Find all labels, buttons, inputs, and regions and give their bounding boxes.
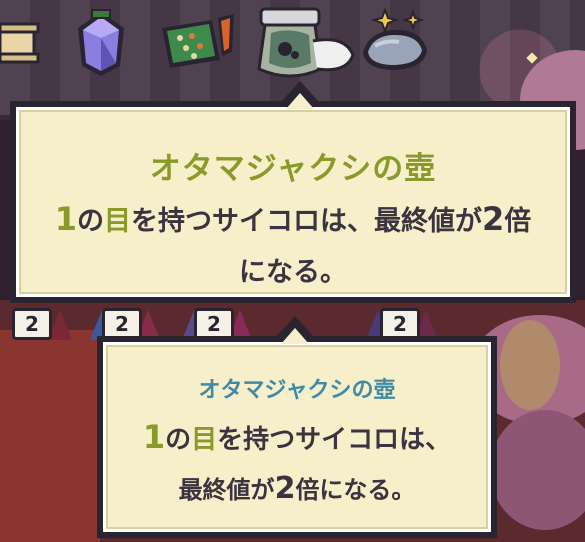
- scroll-relic-icon[interactable]: [0, 18, 40, 68]
- tooltip-description-line1: 1の目を持つサイコロは、最終値が2倍: [54, 200, 532, 238]
- die-slot[interactable]: 2: [182, 300, 252, 340]
- relic-tooltip: オタマジャクシの壺 1の目を持つサイコロは、最終値が2倍 になる。: [10, 81, 576, 303]
- relic-tooltip-small: オタマジャクシの壺 1の目を持つサイコロは、 最終値が2倍になる。: [97, 316, 497, 538]
- die-slot[interactable]: 2: [12, 300, 72, 340]
- die-value-badge: 2: [12, 308, 52, 340]
- background-creature-face: [500, 320, 560, 410]
- tadpole-jar-relic-icon[interactable]: [255, 5, 357, 85]
- die-slot[interactable]: 2: [90, 300, 160, 340]
- background-rug: [0, 330, 100, 542]
- tooltip-description-line1: 1の目を持つサイコロは、: [142, 418, 452, 456]
- crystal-gem-relic-icon[interactable]: [72, 8, 130, 80]
- tooltip-title: オタマジャクシの壺: [149, 151, 437, 187]
- game-screen: 2 2 2 2 オタマジャクシの壺 1の目を持つサイコロは、最終値が2倍 になる…: [0, 0, 585, 542]
- tooltip-description-line2: になる。: [239, 257, 347, 288]
- tooltip-title: オタマジャクシの壺: [198, 378, 396, 403]
- sparkling-rocks-relic-icon[interactable]: [355, 6, 433, 78]
- tooltip-description-line2: 最終値が2倍になる。: [178, 471, 416, 506]
- treasure-map-relic-icon[interactable]: [158, 12, 240, 72]
- die-slot[interactable]: 2: [366, 300, 438, 340]
